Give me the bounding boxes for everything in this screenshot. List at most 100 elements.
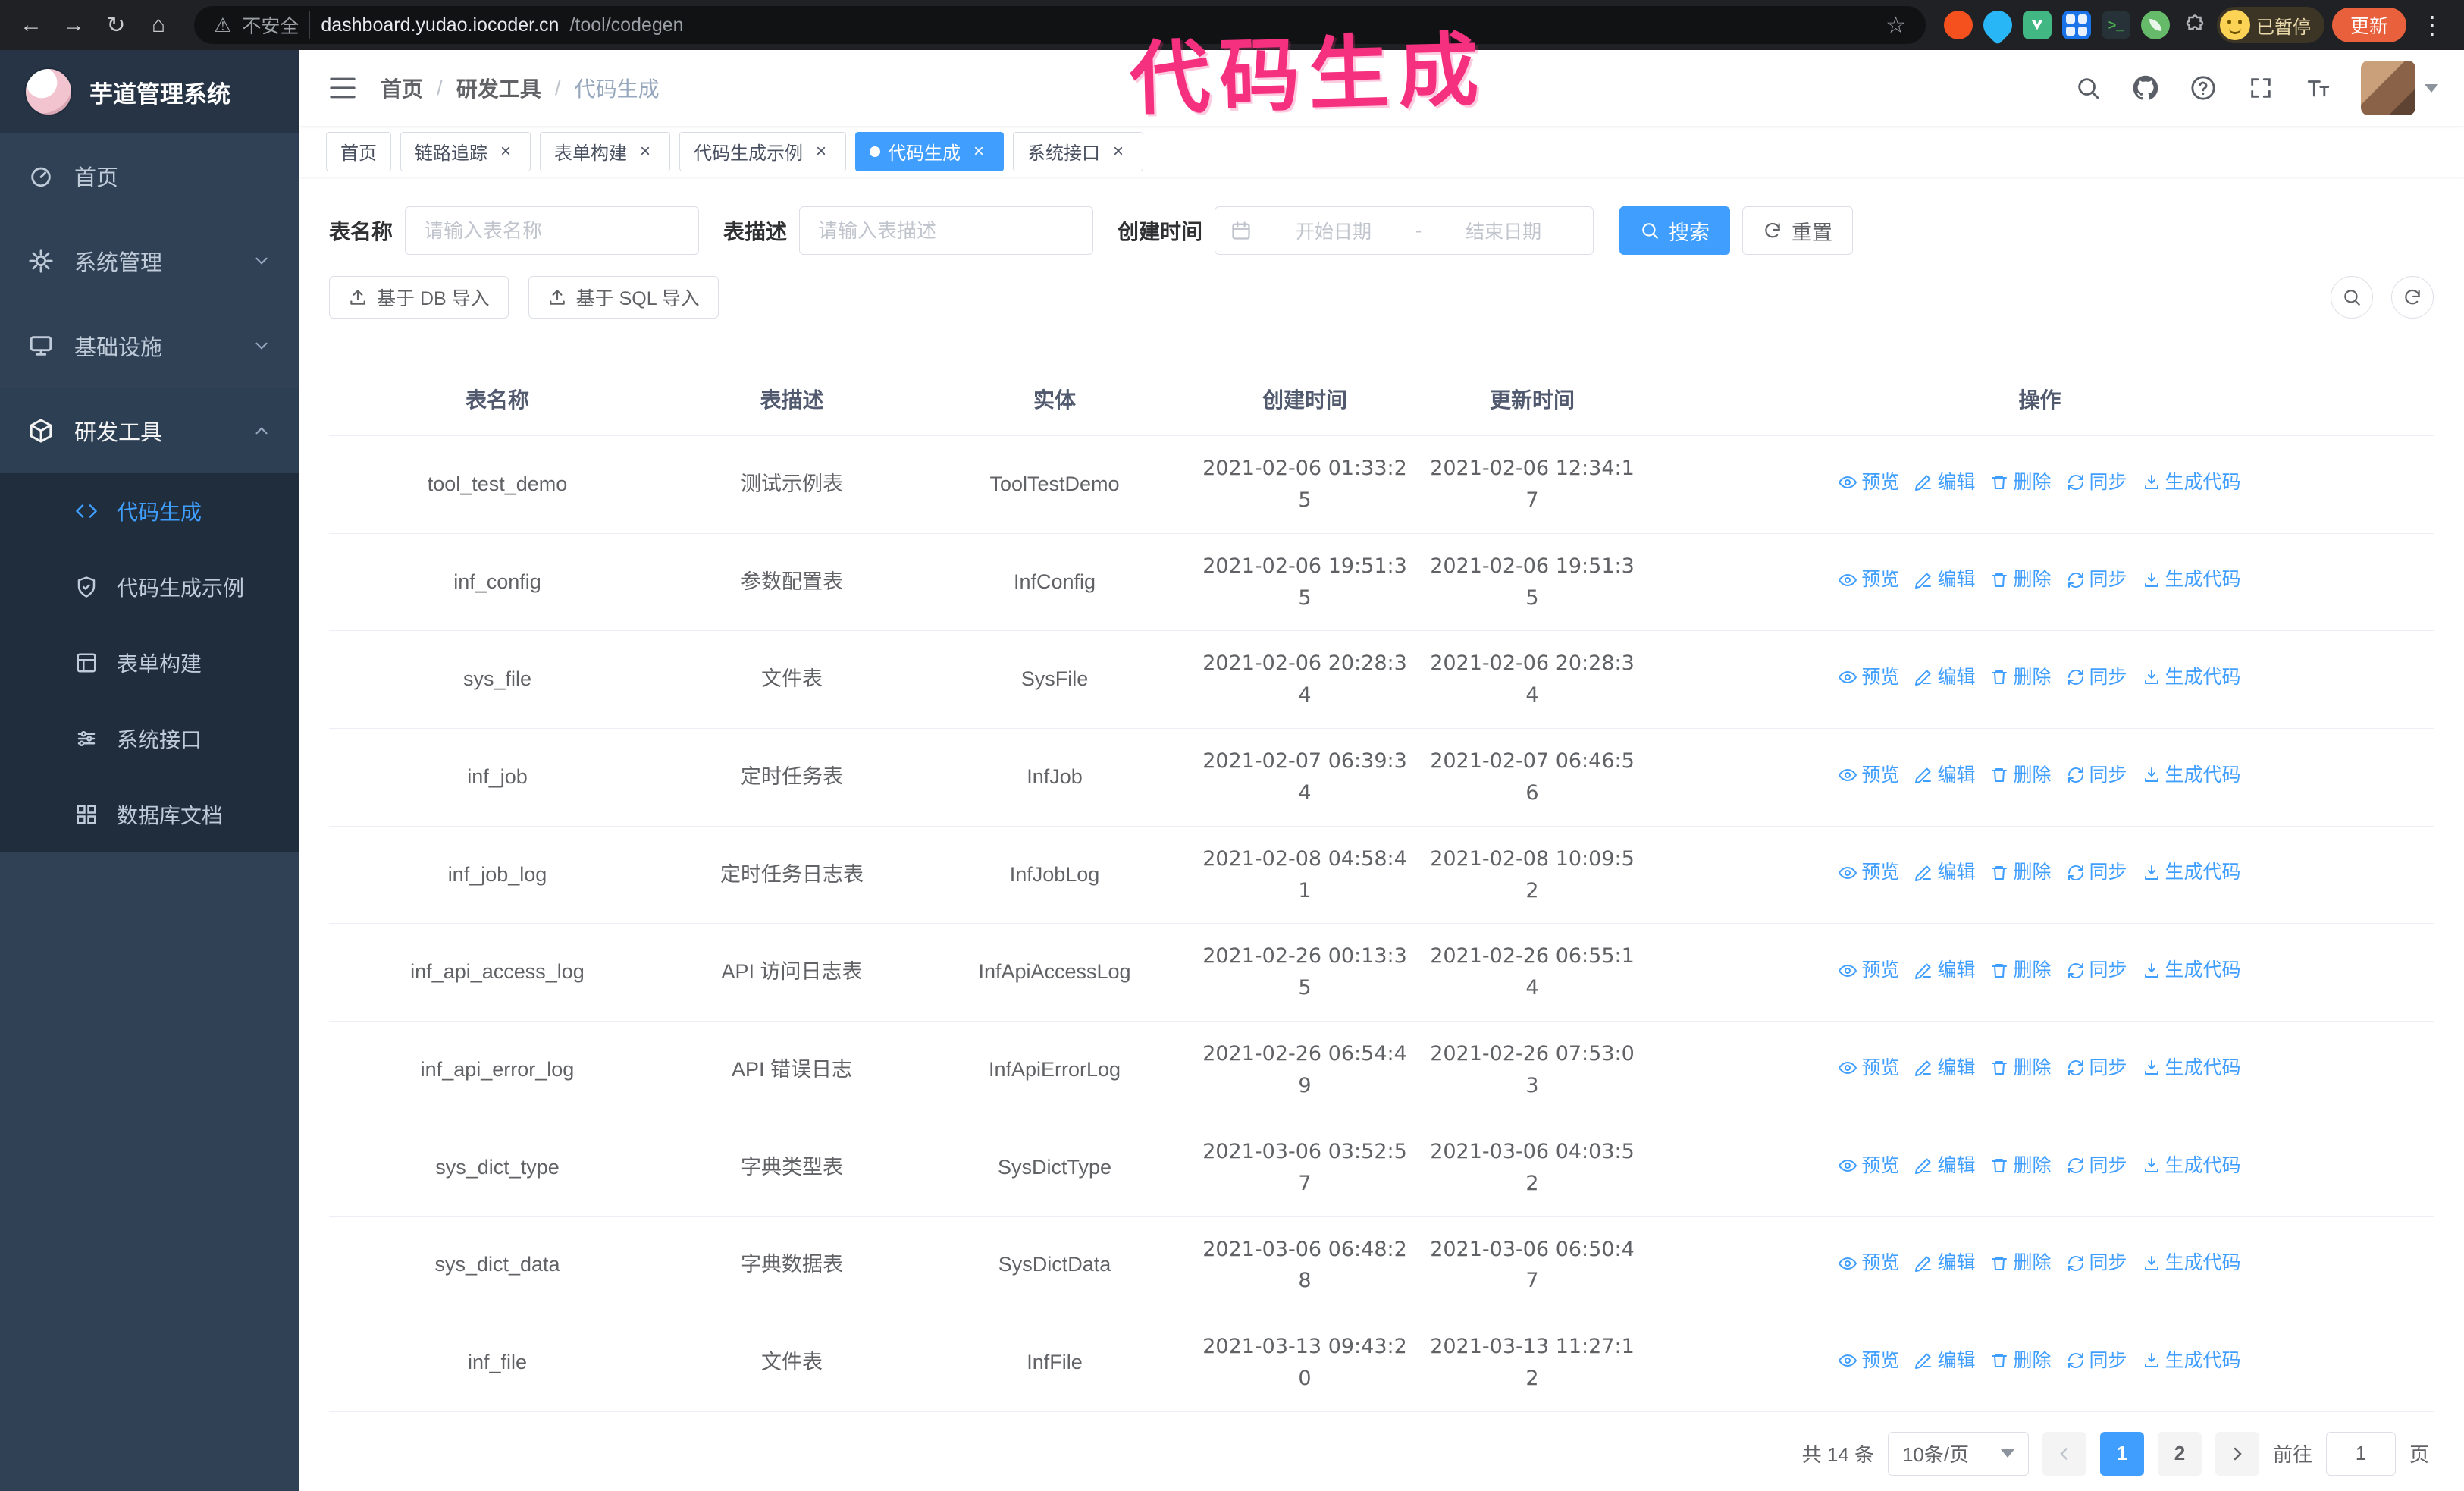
sync-link[interactable]: 同步 — [2067, 468, 2127, 498]
delete-link[interactable]: 删除 — [1990, 858, 2052, 887]
preview-link[interactable]: 预览 — [1839, 1248, 1899, 1278]
generate-code-link[interactable]: 生成代码 — [2143, 1248, 2241, 1278]
generate-code-link[interactable]: 生成代码 — [2143, 956, 2241, 985]
home-icon[interactable]: ⌂ — [141, 8, 176, 42]
user-menu[interactable] — [2361, 61, 2438, 115]
close-icon[interactable]: × — [810, 141, 832, 162]
edit-link[interactable]: 编辑 — [1914, 858, 1975, 887]
breadcrumb-home[interactable]: 首页 — [381, 73, 423, 103]
delete-link[interactable]: 删除 — [1990, 761, 2052, 790]
sync-link[interactable]: 同步 — [2067, 1248, 2127, 1278]
delete-link[interactable]: 删除 — [1990, 1151, 2052, 1181]
generate-code-link[interactable]: 生成代码 — [2143, 565, 2241, 595]
grid-extension-icon[interactable] — [2061, 11, 2091, 39]
tag-form-builder[interactable]: 表单构建 × — [540, 131, 670, 171]
next-page-button[interactable] — [2215, 1431, 2259, 1476]
tag-system-api[interactable]: 系统接口 × — [1013, 131, 1143, 171]
font-size-icon[interactable] — [2303, 73, 2334, 103]
sync-link[interactable]: 同步 — [2067, 858, 2127, 887]
preview-link[interactable]: 预览 — [1839, 468, 1899, 498]
search-button[interactable]: 搜索 — [1619, 206, 1731, 255]
sidebar-item-codegen-example[interactable]: 代码生成示例 — [0, 549, 299, 625]
forward-arrow-icon[interactable]: → — [56, 8, 91, 42]
tag-codegen-example[interactable]: 代码生成示例 × — [679, 131, 846, 171]
preview-link[interactable]: 预览 — [1839, 1151, 1899, 1181]
refresh-table-button[interactable] — [2391, 276, 2434, 319]
sidebar-item-devtools[interactable]: 研发工具 — [0, 388, 299, 473]
delete-link[interactable]: 删除 — [1990, 565, 2052, 595]
preview-link[interactable]: 预览 — [1839, 956, 1899, 985]
sync-link[interactable]: 同步 — [2067, 565, 2127, 595]
generate-code-link[interactable]: 生成代码 — [2143, 1151, 2241, 1181]
browser-update-button[interactable]: 更新 — [2331, 8, 2406, 42]
page-button-1[interactable]: 1 — [2099, 1431, 2144, 1476]
generate-code-link[interactable]: 生成代码 — [2143, 761, 2241, 790]
edit-link[interactable]: 编辑 — [1914, 663, 1975, 692]
edit-link[interactable]: 编辑 — [1914, 1151, 1975, 1181]
table-name-input[interactable] — [405, 206, 700, 255]
help-icon[interactable] — [2188, 73, 2218, 103]
fullscreen-icon[interactable] — [2246, 73, 2276, 103]
goto-page-input[interactable] — [2325, 1431, 2396, 1476]
generate-code-link[interactable]: 生成代码 — [2143, 1346, 2241, 1376]
preview-link[interactable]: 预览 — [1839, 1346, 1899, 1376]
date-range-picker[interactable]: 开始日期 - 结束日期 — [1215, 206, 1594, 255]
back-arrow-icon[interactable]: ← — [14, 8, 49, 42]
generate-code-link[interactable]: 生成代码 — [2143, 1053, 2241, 1083]
logo[interactable]: 芋道管理系统 — [0, 50, 299, 133]
tag-codegen[interactable]: 代码生成 × — [855, 131, 1004, 171]
preview-link[interactable]: 预览 — [1839, 663, 1899, 692]
sidebar-item-system[interactable]: 系统管理 — [0, 218, 299, 303]
puzzle-extensions-icon[interactable] — [2180, 11, 2209, 39]
generate-code-link[interactable]: 生成代码 — [2143, 663, 2241, 692]
table-desc-input[interactable] — [799, 206, 1094, 255]
close-icon[interactable]: × — [1108, 141, 1129, 162]
sync-link[interactable]: 同步 — [2067, 1151, 2127, 1181]
delete-link[interactable]: 删除 — [1990, 956, 2052, 985]
edit-link[interactable]: 编辑 — [1914, 761, 1975, 790]
sync-link[interactable]: 同步 — [2067, 1346, 2127, 1376]
edit-link[interactable]: 编辑 — [1914, 1248, 1975, 1278]
close-icon[interactable]: × — [635, 141, 656, 162]
vue-devtools-icon[interactable] — [2022, 11, 2052, 39]
hamburger-icon[interactable] — [324, 70, 361, 106]
address-bar[interactable]: ⚠ 不安全 dashboard.yudao.iocoder.cn /tool/c… — [194, 6, 1926, 44]
generate-code-link[interactable]: 生成代码 — [2143, 858, 2241, 887]
tag-tracing[interactable]: 链路追踪 × — [400, 131, 531, 171]
preview-link[interactable]: 预览 — [1839, 858, 1899, 887]
sidebar-item-system-api[interactable]: 系统接口 — [0, 701, 299, 777]
close-icon[interactable]: × — [495, 141, 516, 162]
preview-link[interactable]: 预览 — [1839, 761, 1899, 790]
search-icon[interactable] — [2073, 73, 2103, 103]
edit-link[interactable]: 编辑 — [1914, 1346, 1975, 1376]
sync-link[interactable]: 同步 — [2067, 956, 2127, 985]
import-db-button[interactable]: 基于 DB 导入 — [329, 276, 509, 319]
tag-home[interactable]: 首页 — [326, 131, 391, 171]
edit-link[interactable]: 编辑 — [1914, 468, 1975, 498]
prev-page-button[interactable] — [2042, 1431, 2086, 1476]
delete-link[interactable]: 删除 — [1990, 663, 2052, 692]
github-icon[interactable] — [2130, 73, 2161, 103]
browser-menu-icon[interactable]: ⋮ — [2414, 11, 2450, 39]
edit-link[interactable]: 编辑 — [1914, 956, 1975, 985]
drop-extension-icon[interactable] — [1977, 5, 2018, 46]
sync-link[interactable]: 同步 — [2067, 761, 2127, 790]
bookmark-star-icon[interactable]: ☆ — [1886, 12, 1906, 39]
reset-button[interactable]: 重置 — [1742, 206, 1854, 255]
delete-link[interactable]: 删除 — [1990, 1053, 2052, 1083]
sidebar-item-db-doc[interactable]: 数据库文档 — [0, 777, 299, 852]
preview-link[interactable]: 预览 — [1839, 565, 1899, 595]
delete-link[interactable]: 删除 — [1990, 468, 2052, 498]
sidebar-item-infra[interactable]: 基础设施 — [0, 303, 299, 388]
terminal-extension-icon[interactable]: >_ — [2101, 11, 2130, 39]
edit-link[interactable]: 编辑 — [1914, 565, 1975, 595]
import-sql-button[interactable]: 基于 SQL 导入 — [528, 276, 719, 319]
sidebar-item-codegen[interactable]: 代码生成 — [0, 473, 299, 549]
sidebar-item-home[interactable]: 首页 — [0, 133, 299, 218]
reload-icon[interactable]: ↻ — [99, 8, 133, 42]
leaf-extension-icon[interactable] — [2140, 11, 2170, 39]
page-size-select[interactable]: 10条/页 — [1887, 1431, 2029, 1476]
close-icon[interactable]: × — [968, 141, 989, 162]
breadcrumb-devtools[interactable]: 研发工具 — [456, 73, 541, 103]
edit-link[interactable]: 编辑 — [1914, 1053, 1975, 1083]
